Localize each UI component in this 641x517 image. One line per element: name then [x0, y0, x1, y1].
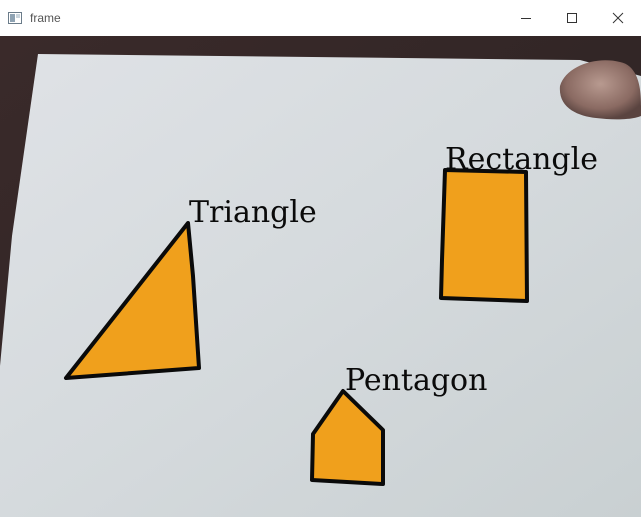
rectangle-label: Rectangle [445, 142, 598, 177]
camera-frame: Triangle Rectangle Pentagon [0, 36, 641, 517]
maximize-icon [567, 13, 577, 23]
rectangle-shape [439, 168, 529, 303]
close-button[interactable] [595, 0, 641, 36]
pentagon-label: Pentagon [345, 363, 487, 398]
close-icon [612, 12, 624, 24]
maximize-button[interactable] [549, 0, 595, 36]
app-icon [8, 12, 22, 24]
title-bar[interactable]: frame [0, 0, 641, 36]
window-title: frame [30, 11, 61, 25]
triangle-label: Triangle [189, 195, 317, 230]
minimize-icon [521, 18, 531, 19]
minimize-button[interactable] [503, 0, 549, 36]
app-window: frame Triangle Rectangle Pentagon [0, 0, 641, 517]
